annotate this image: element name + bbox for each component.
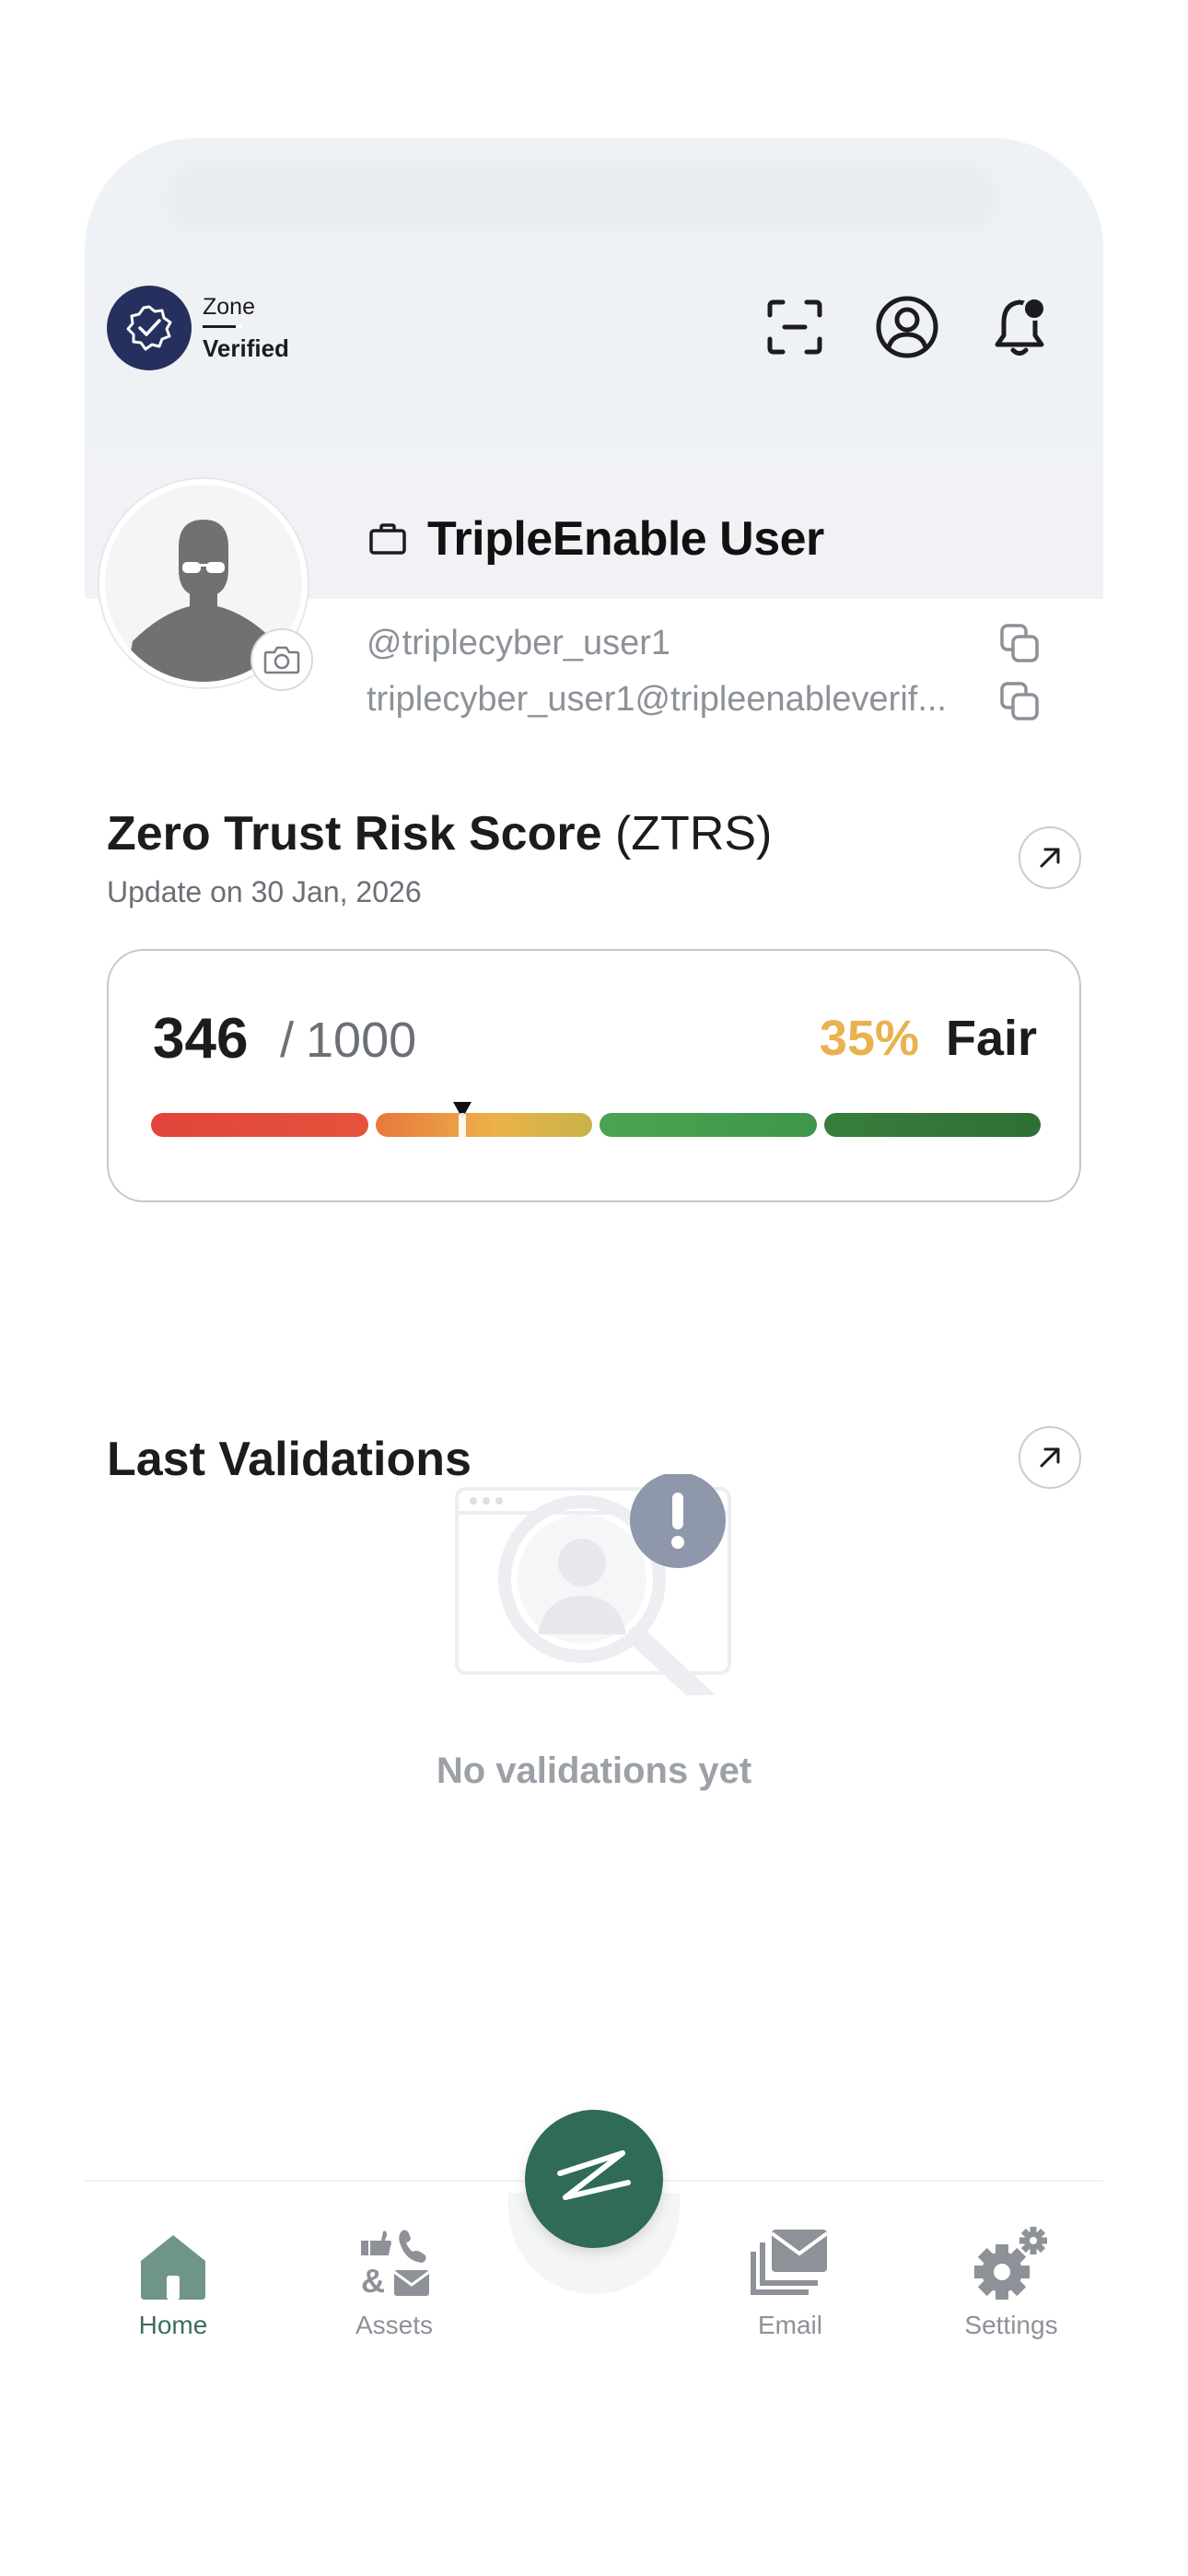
arrow-up-right-icon [1040,848,1060,868]
gauge-segment-poor [151,1113,368,1137]
tab-email-label: Email [757,2311,822,2339]
notification-dot [1022,297,1046,321]
brand-logo-icon [557,2150,631,2200]
gauge-segment-good [600,1113,817,1137]
home-screen: Zone Verified TripleEnable User @triplec… [85,138,1103,2339]
gauge-segment-excellent [823,1113,1041,1137]
change-photo-button[interactable] [250,628,313,691]
gauge-marker-line [459,1113,467,1150]
ztrs-title-bold: Zero Trust Risk Score [107,807,602,861]
tab-settings[interactable]: Settings [938,2219,1085,2340]
score-rating: Fair [945,1011,1037,1066]
tab-assets[interactable]: & Assets [320,2219,468,2340]
header-highlight [168,166,996,230]
email-icon [751,2230,829,2295]
last-validations-title: Last Validations [107,1433,472,1486]
user-email: triplecyber_user1@tripleenableverif... [367,680,947,719]
briefcase-icon [369,523,406,555]
user-name: TripleEnable User [427,512,824,566]
tab-assets-label: Assets [355,2311,434,2339]
header-actions [763,295,1052,359]
scan-icon [767,299,822,355]
copy-icon [1000,682,1039,720]
zone-label: Zone [203,293,255,320]
score-value: 346 [153,1007,249,1071]
settings-icon [974,2227,1047,2300]
user-handle: @triplecyber_user1 [367,624,671,662]
home-icon [141,2235,205,2300]
arrow-up-right-icon [1040,1447,1060,1468]
tab-home[interactable]: Home [99,2219,247,2340]
validations-open-button[interactable] [1019,1426,1081,1489]
zone-verified-badge[interactable]: Zone Verified [107,286,289,370]
camera-icon [263,646,300,674]
copy-icon [1000,624,1039,662]
profile-button[interactable] [875,295,939,359]
tab-email[interactable]: Email [716,2219,864,2340]
copy-handle-button[interactable] [998,622,1041,669]
ztrs-title: Zero Trust Risk Score (ZTRS) [107,806,772,861]
assets-icon: & [361,2230,430,2300]
score-percent: 35% [819,1011,919,1066]
zone-status: Verified [203,334,289,362]
zone-divider [203,324,241,328]
tab-home-label: Home [138,2311,208,2339]
notifications-button[interactable] [987,295,1052,359]
ztrs-updated-date: Update on 30 Jan, 2026 [107,875,422,908]
score-max: 1000 [306,1013,417,1068]
empty-state-text: No validations yet [436,1751,752,1791]
copy-email-button[interactable] [998,680,1041,727]
user-circle-icon [876,296,938,358]
empty-search-illustration-icon [453,1472,748,1715]
center-action-button[interactable] [525,2110,663,2248]
scan-button[interactable] [763,295,827,359]
ztrs-title-suffix: (ZTRS) [601,807,773,861]
verified-seal-icon [107,286,192,370]
score-gauge-bar [151,1113,1041,1137]
gauge-segment-fair [375,1113,592,1137]
svg-text:&: & [361,2262,385,2300]
user-name-row: TripleEnable User [368,511,824,567]
tab-settings-label: Settings [964,2311,1058,2339]
score-separator: / [280,1013,295,1068]
ztrs-score-card[interactable]: 346 / 1000 35% Fair [107,949,1081,1202]
ztrs-open-button[interactable] [1019,826,1081,889]
